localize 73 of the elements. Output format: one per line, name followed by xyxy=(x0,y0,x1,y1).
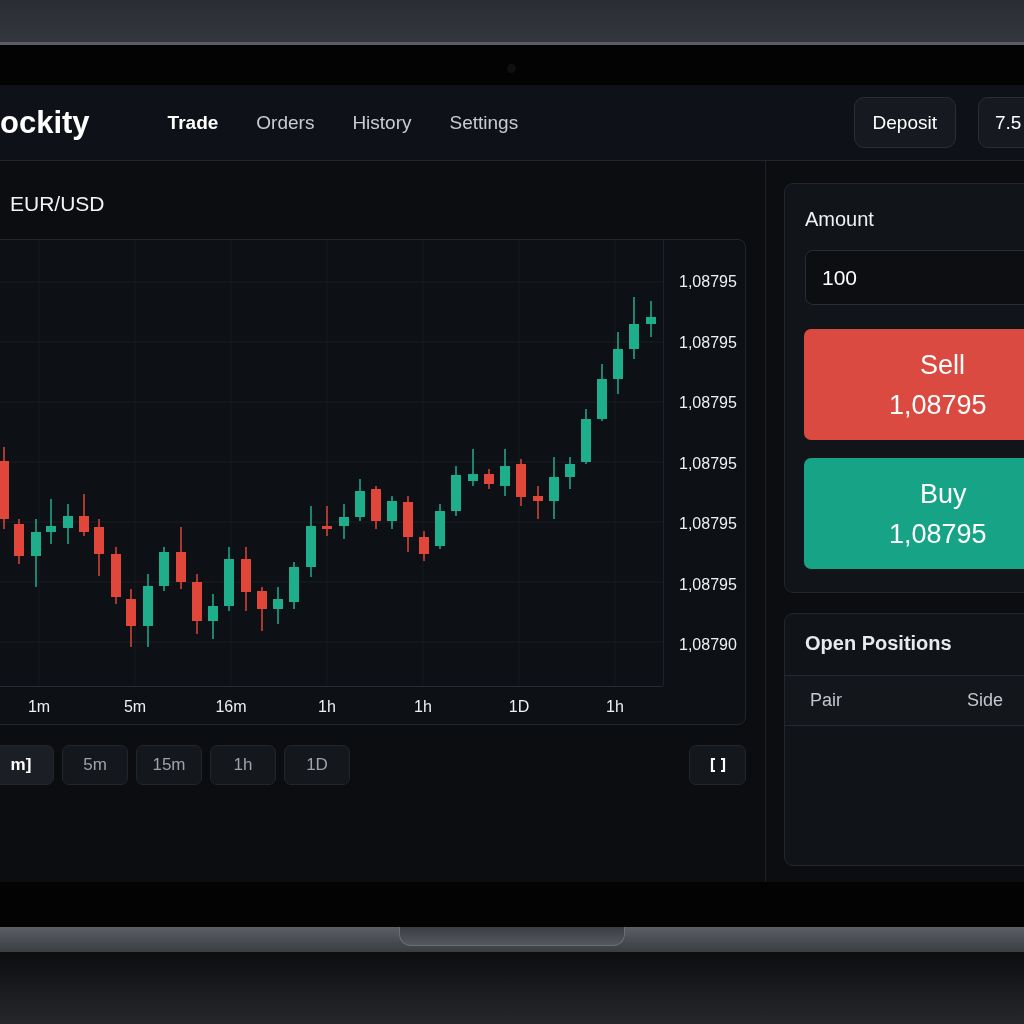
column-header: Pair xyxy=(810,690,842,711)
time-label: 1h xyxy=(606,697,624,716)
amount-field[interactable]: 100 xyxy=(805,250,1024,305)
nav-link[interactable]: Trade xyxy=(167,111,219,134)
candle xyxy=(224,546,234,612)
deposit-button[interactable]: Deposit xyxy=(853,97,956,148)
candle xyxy=(646,300,656,338)
candle xyxy=(111,546,121,605)
price-label: 1,08795 xyxy=(679,454,738,473)
candle xyxy=(176,526,186,590)
candle xyxy=(565,456,575,490)
price-label: 1,08795 xyxy=(679,515,738,533)
fullscreen-button[interactable] xyxy=(689,745,746,785)
panel-title: Open Positions xyxy=(804,631,953,656)
price-label: 1,08795 xyxy=(679,394,738,412)
sell-button[interactable]: Sell 1,08795 xyxy=(804,329,1024,440)
candle xyxy=(322,505,332,537)
nav-link[interactable]: Orders xyxy=(256,111,315,134)
candle xyxy=(533,485,543,520)
candle xyxy=(613,331,623,395)
time-label: 1h xyxy=(414,697,432,716)
candle xyxy=(403,495,413,553)
candle xyxy=(371,485,381,530)
candle xyxy=(208,593,218,640)
candle xyxy=(79,493,89,537)
timeframe-button[interactable]: 1D xyxy=(284,745,350,785)
candle xyxy=(629,296,639,360)
candle xyxy=(387,495,397,530)
candle xyxy=(14,518,24,565)
candle xyxy=(468,448,478,487)
candle xyxy=(435,503,445,550)
time-label: 16m xyxy=(215,697,247,716)
candle xyxy=(192,573,202,635)
timeframe-button[interactable]: 5m xyxy=(62,745,128,785)
candle xyxy=(516,458,526,507)
balance-button[interactable]: 7.5 xyxy=(978,97,1024,148)
timeframe-button[interactable]: 15m xyxy=(136,745,202,785)
price-label: 1,08790 xyxy=(679,636,738,654)
candle xyxy=(549,456,559,520)
time-label: 5m xyxy=(123,697,147,716)
nav-link[interactable]: History xyxy=(352,111,412,134)
candle xyxy=(484,468,494,490)
candle xyxy=(451,465,461,517)
candle xyxy=(257,586,267,632)
candle xyxy=(94,518,104,577)
candle xyxy=(289,561,299,610)
pair-title: EUR/USD xyxy=(9,191,106,217)
price-label: 1,08795 xyxy=(679,575,738,594)
candle xyxy=(355,478,365,522)
candle xyxy=(126,588,136,648)
candle xyxy=(581,408,591,465)
candle xyxy=(273,586,283,625)
candle xyxy=(46,498,56,545)
amount-label: Amount xyxy=(805,207,875,232)
time-label: 1m xyxy=(27,697,51,716)
time-label: 1D xyxy=(508,697,530,716)
timeframe-button[interactable]: 1h xyxy=(210,745,276,785)
price-label: 1,08795 xyxy=(679,333,738,352)
candle xyxy=(63,503,73,545)
candle xyxy=(241,546,251,612)
candle xyxy=(159,546,169,592)
candle xyxy=(597,363,607,422)
column-header: Side xyxy=(967,690,1004,711)
candle xyxy=(339,503,349,540)
logo: ockity xyxy=(0,104,90,141)
fullscreen-icon xyxy=(709,757,726,773)
candle xyxy=(500,448,510,497)
price-label: 1,08795 xyxy=(679,273,738,291)
time-label: 1h xyxy=(318,697,336,716)
candle xyxy=(31,518,41,588)
nav-link[interactable]: Settings xyxy=(449,111,519,134)
candle xyxy=(419,530,429,562)
timeframe-button[interactable]: m] xyxy=(0,745,54,785)
